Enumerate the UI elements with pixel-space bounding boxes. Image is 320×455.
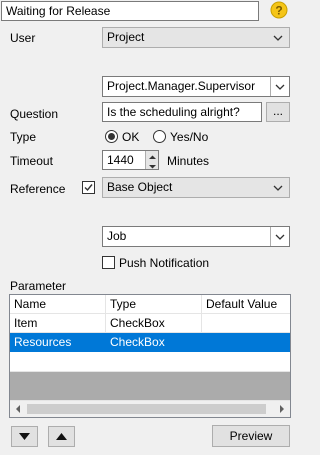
reference-select-value: Base Object xyxy=(107,180,173,194)
cell-type[interactable]: CheckBox xyxy=(106,333,202,352)
question-label: Question xyxy=(10,107,59,121)
question-input-value: Is the scheduling alright? xyxy=(107,105,240,119)
column-header-name[interactable]: Name xyxy=(10,295,106,314)
scroll-left-icon[interactable] xyxy=(10,401,26,417)
type-yesno-label: Yes/No xyxy=(170,130,209,144)
title-field[interactable]: Waiting for Release xyxy=(1,1,259,21)
object-select-value: Job xyxy=(107,229,127,243)
table-row[interactable]: Item CheckBox xyxy=(10,314,290,333)
role-select-value: Project.Manager.Supervisor xyxy=(107,79,256,93)
scrollbar-thumb[interactable] xyxy=(27,404,266,414)
title-field-value: Waiting for Release xyxy=(6,4,111,18)
cell-default-value[interactable] xyxy=(202,314,290,333)
arrow-down-icon xyxy=(19,433,30,440)
reference-label: Reference xyxy=(10,182,66,196)
svg-text:?: ? xyxy=(275,4,282,18)
reference-checkbox[interactable] xyxy=(82,181,95,194)
column-header-default-value[interactable]: Default Value xyxy=(202,295,290,314)
chevron-down-icon xyxy=(271,178,285,197)
object-select[interactable]: Job xyxy=(102,226,290,247)
preview-button[interactable]: Preview xyxy=(212,425,290,447)
stepper-down-icon[interactable] xyxy=(145,160,158,169)
user-select-value: Project xyxy=(107,30,145,44)
parameter-grid[interactable]: Name Type Default Value Item CheckBox Re… xyxy=(9,294,291,418)
cell-name[interactable]: Item xyxy=(10,314,106,333)
push-notification-checkbox[interactable] xyxy=(102,256,115,269)
chevron-down-icon xyxy=(271,28,285,47)
column-header-type[interactable]: Type xyxy=(106,295,202,314)
parameter-label: Parameter xyxy=(10,279,67,293)
stepper-up-icon[interactable] xyxy=(145,151,158,160)
preview-button-label: Preview xyxy=(229,429,273,443)
table-row-empty[interactable] xyxy=(10,352,290,372)
role-select[interactable]: Project.Manager.Supervisor xyxy=(102,76,290,97)
type-ok-label: OK xyxy=(122,130,140,144)
browse-button-label: ... xyxy=(272,104,283,118)
chevron-down-icon xyxy=(270,77,289,96)
scroll-right-icon[interactable] xyxy=(274,401,290,417)
user-label: User xyxy=(10,31,36,45)
arrow-up-icon xyxy=(56,433,67,440)
cell-type[interactable]: CheckBox xyxy=(106,314,202,333)
reference-select[interactable]: Base Object xyxy=(102,177,290,198)
user-select[interactable]: Project xyxy=(102,27,290,48)
horizontal-scrollbar[interactable] xyxy=(10,400,290,417)
question-input[interactable]: Is the scheduling alright? xyxy=(102,102,262,122)
grid-empty-area xyxy=(10,372,290,400)
type-ok-radio[interactable] xyxy=(105,130,118,143)
type-label: Type xyxy=(10,130,37,144)
timeout-value: 1440 xyxy=(107,153,134,167)
timeout-label: Timeout xyxy=(10,154,53,168)
chevron-down-icon xyxy=(270,227,289,246)
push-notification-label: Push Notification xyxy=(119,256,210,270)
move-up-button[interactable] xyxy=(48,426,75,447)
table-row-selected[interactable]: Resources CheckBox xyxy=(10,333,290,352)
cell-default-value[interactable] xyxy=(202,333,290,352)
cell-name[interactable]: Resources xyxy=(10,333,106,352)
type-yesno-radio[interactable] xyxy=(153,130,166,143)
question-browse-button[interactable]: ... xyxy=(266,102,290,122)
move-down-button[interactable] xyxy=(11,426,38,447)
timeout-unit: Minutes xyxy=(167,154,210,168)
help-question-icon[interactable]: ? xyxy=(270,1,288,19)
